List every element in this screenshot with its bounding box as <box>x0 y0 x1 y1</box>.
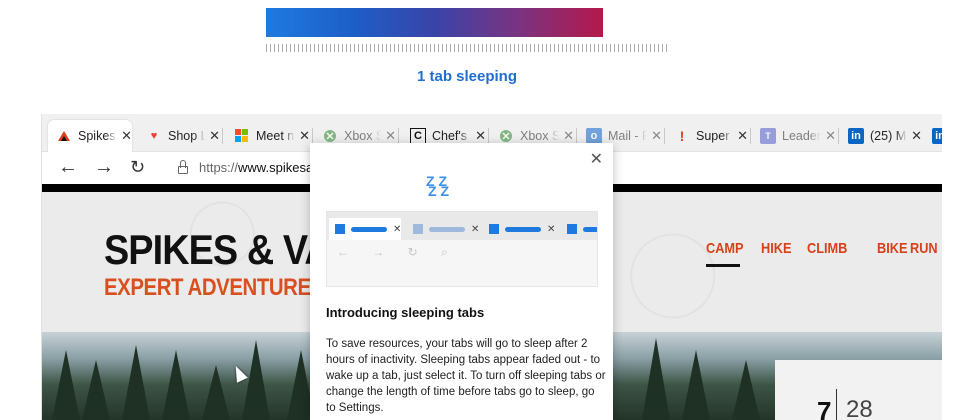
site-logo-subtitle: EXPERT ADVENTURE <box>104 274 311 301</box>
nav-bike[interactable]: BIKE <box>877 240 907 257</box>
illustration-tab-strip: ✕ ✕ ✕ <box>327 212 597 240</box>
close-icon[interactable]: ✕ <box>121 128 132 144</box>
mountain-icon <box>56 128 72 144</box>
tab-linkedin-2[interactable]: in <box>924 120 942 152</box>
tab-divider <box>398 128 399 144</box>
close-icon[interactable]: ✕ <box>475 128 486 144</box>
close-icon[interactable]: ✕ <box>299 128 310 144</box>
close-icon[interactable]: ✕ <box>209 128 220 144</box>
tab-title: (25) Me <box>870 129 907 143</box>
site-logo-title[interactable]: SPIKES & VA <box>104 226 332 274</box>
illustration-tab <box>561 218 597 240</box>
sleeping-tabs-illustration: ✕ ✕ ✕ ← → ↻ ⌕ <box>326 211 598 287</box>
tab-title: Xbox Se <box>344 129 381 143</box>
linkedin-icon: in <box>932 128 942 144</box>
illustration-toolbar: ← → ↻ ⌕ <box>337 245 458 259</box>
tab-divider <box>222 128 223 144</box>
windows-logo-icon <box>234 128 250 144</box>
back-arrow-icon[interactable]: ← <box>58 155 78 179</box>
outlook-icon: o <box>586 128 602 144</box>
illustration-tab-sleeping: ✕ <box>407 218 479 240</box>
close-icon[interactable]: ✕ <box>651 128 662 144</box>
date-number: 28 <box>846 396 873 420</box>
xbox-icon <box>498 128 514 144</box>
popup-body: To save resources, your tabs will go to … <box>326 338 606 414</box>
nav-climb[interactable]: CLIMB <box>807 240 847 257</box>
url-domain: www.spikesa <box>238 159 314 175</box>
nav-active-underline <box>706 264 740 267</box>
tab-title: Shop Lo <box>168 129 205 143</box>
url-scheme: https:// <box>199 159 239 175</box>
close-icon[interactable]: ✕ <box>911 128 922 144</box>
tab-title: Xbox Se <box>520 129 559 143</box>
tab-title: Super S <box>696 129 733 143</box>
close-icon[interactable]: ✕ <box>563 128 574 144</box>
tab-title: Mail - P <box>608 129 648 143</box>
tab-shop[interactable]: ♥ Shop Lo ✕ <box>138 120 220 152</box>
close-icon[interactable]: ✕ <box>385 128 396 144</box>
color-gradient-bar <box>266 8 603 37</box>
nav-run[interactable]: RUN <box>910 240 938 257</box>
popup-title: Introducing sleeping tabs <box>326 305 485 320</box>
teams-icon: T <box>760 128 776 144</box>
sleeping-tabs-popup: ✕ Z Z Z Z ✕ ✕ ✕ ← → ↻ ⌕ Introducing slee… <box>310 143 613 420</box>
tab-title: Spikes & Va <box>78 129 117 143</box>
date-divider <box>836 389 837 420</box>
tab-divider <box>312 128 313 144</box>
tab-linkedin[interactable]: in (25) Me ✕ <box>840 120 922 152</box>
tab-title: Meet ne <box>256 129 295 143</box>
close-icon[interactable]: ✕ <box>737 128 748 144</box>
zzz-icon: Z Z Z Z <box>426 173 449 199</box>
illustration-tab: ✕ <box>329 218 402 240</box>
linkedin-icon: in <box>848 128 864 144</box>
tab-divider <box>750 128 751 144</box>
refresh-icon[interactable]: ↻ <box>130 155 145 179</box>
exclamation-icon: ! <box>679 128 685 144</box>
date-day: 7 <box>817 396 832 420</box>
close-icon[interactable]: ✕ <box>825 128 836 144</box>
chef-c-icon: C <box>410 128 426 144</box>
tab-meet[interactable]: Meet ne ✕ <box>226 120 310 152</box>
tab-divider <box>488 128 489 144</box>
tab-divider <box>838 128 839 144</box>
close-icon[interactable]: ✕ <box>590 149 603 169</box>
nav-hike[interactable]: HIKE <box>761 240 791 257</box>
illustration-tab: ✕ <box>483 218 555 240</box>
heart-icon: ♥ <box>150 130 158 142</box>
tab-title: Chef's t <box>432 129 472 143</box>
forward-arrow-icon[interactable]: → <box>94 155 114 179</box>
lock-icon <box>177 160 189 174</box>
tab-super[interactable]: ! Super S ✕ <box>666 120 748 152</box>
xbox-icon <box>322 128 338 144</box>
tab-divider <box>576 128 577 144</box>
nav-camp[interactable]: CAMP <box>706 240 744 257</box>
tab-divider <box>664 128 665 144</box>
sleeping-tabs-caption: 1 tab sleeping <box>416 68 518 85</box>
tab-title: Leaders <box>782 129 821 143</box>
tab-spikes[interactable]: Spikes & Va ✕ <box>48 120 132 152</box>
ruler-ticks <box>266 44 670 52</box>
tab-leaders-sleeping[interactable]: T Leaders ✕ <box>752 120 836 152</box>
